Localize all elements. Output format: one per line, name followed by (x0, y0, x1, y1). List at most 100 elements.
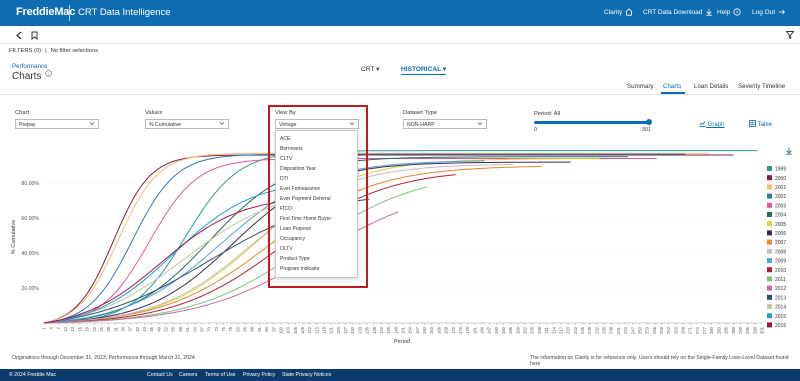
x-tick-label: 88 (250, 326, 255, 331)
view-by-option[interactable]: Borrowers (280, 146, 303, 152)
view-by-option[interactable]: Disposition Year (280, 166, 316, 172)
legend-label: 2004 (775, 213, 786, 219)
footer-link-terms[interactable]: Terms of Use (205, 372, 236, 378)
bookmark-icon[interactable] (31, 31, 38, 40)
values-select-label: Values (145, 110, 163, 116)
legend-swatch (767, 248, 772, 254)
x-tick-label: 214 (551, 326, 556, 334)
dataset-type-value: NON-HARP (407, 121, 435, 128)
tab-charts[interactable]: Charts (663, 83, 681, 90)
view-by-option[interactable]: Occupancy (280, 236, 305, 242)
x-tick-label: 82 (235, 326, 240, 331)
nav-log-out[interactable]: Log Out (752, 8, 786, 16)
x-axis-title: Period (394, 339, 410, 345)
footer-link-state-privacy[interactable]: State Privacy Notices (282, 372, 331, 378)
legend-swatch (767, 212, 772, 217)
filter-icon[interactable] (786, 31, 794, 39)
view-by-option[interactable]: DTI (280, 176, 288, 182)
x-tick-label: 178 (465, 326, 470, 334)
x-tick-label: 37 (128, 326, 133, 331)
legend-label: 2006 (775, 231, 786, 237)
legend-label: 2003 (775, 203, 786, 209)
historical-underline (401, 74, 446, 75)
series-line-2011 (43, 186, 428, 324)
graph-view-link[interactable]: Graph (699, 120, 724, 128)
view-by-option[interactable]: FICO (280, 206, 292, 212)
legend-label: 2014 (775, 305, 786, 311)
download-chart-icon[interactable] (785, 147, 793, 155)
chart-select[interactable]: Prepay (15, 119, 99, 129)
legend-label: 2008 (775, 249, 786, 255)
x-tick-label: 121 (329, 326, 334, 334)
page-footer: © 2024 Freddie Mac Contact Us Careers Te… (0, 369, 800, 381)
view-by-option[interactable]: Product Type (280, 256, 309, 262)
download-icon (706, 8, 713, 16)
legend-label: 1999 (775, 167, 786, 173)
svg-text:?: ? (736, 10, 739, 16)
x-tick-label: 187 (487, 326, 492, 334)
legend-label: 2005 (775, 222, 786, 228)
x-tick-label: 226 (580, 326, 585, 334)
table-icon (749, 120, 756, 127)
period-slider-handle[interactable] (646, 119, 652, 125)
legend-swatch (767, 267, 772, 273)
dataset-type-select[interactable]: NON-HARP (403, 119, 487, 129)
nav-help[interactable]: Help ? (717, 8, 741, 16)
tab-summary[interactable]: Summary (627, 83, 653, 90)
table-view-link[interactable]: Table (749, 120, 772, 128)
view-by-option[interactable]: First Time Home Buyer (280, 216, 331, 222)
crt-dropdown[interactable]: CRT ▾ (361, 65, 379, 73)
view-by-option[interactable]: Loan Purpose (280, 226, 311, 232)
info-icon[interactable]: i (45, 70, 52, 77)
legend-swatch (767, 166, 772, 171)
filters-count[interactable]: FILTERS (0) (9, 48, 41, 54)
x-tick-label: 124 (336, 326, 341, 334)
nav-logout-label: Log Out (752, 8, 776, 16)
x-tick-label: 274 (695, 326, 700, 334)
historical-dropdown[interactable]: HISTORICAL ▾ (401, 65, 446, 73)
x-tick-label: 100 (278, 326, 283, 334)
tab-loan-details[interactable]: Loan Details (694, 83, 728, 90)
x-tick-label: 208 (537, 326, 542, 334)
nav-crt-data-download[interactable]: CRT Data Download (643, 8, 713, 16)
nav-clarity[interactable]: Clarity (604, 8, 633, 16)
view-by-option[interactable]: Ever Payment Deferral (280, 196, 331, 202)
view-by-option[interactable]: Program Indicator (280, 266, 320, 272)
x-tick-label: 277 (702, 326, 707, 334)
caret-down-icon: ▾ (376, 66, 380, 73)
breadcrumb[interactable]: Performance (12, 63, 47, 70)
legend-swatch (767, 304, 772, 309)
x-tick-label: 106 (293, 326, 298, 334)
view-by-option[interactable]: CLTV (280, 156, 292, 162)
footer-link-privacy[interactable]: Privacy Policy (243, 372, 275, 378)
view-by-option[interactable]: ACE (280, 136, 290, 142)
x-tick-label: 64 (192, 326, 197, 331)
x-tick-label: 13 (70, 326, 75, 331)
x-tick-label: 34 (120, 326, 125, 331)
freddie-mac-logo[interactable]: FreddieMac (16, 6, 75, 18)
x-tick-label: 235 (602, 326, 607, 334)
values-select[interactable]: % Cumulative (145, 119, 229, 129)
view-by-option[interactable]: OLTV (280, 246, 293, 252)
home-icon (625, 8, 633, 16)
legend-label: 2000 (775, 176, 786, 182)
x-tick-label: 262 (666, 326, 671, 334)
x-tick-label: 1 (42, 326, 47, 329)
back-arrow-icon[interactable] (15, 31, 23, 40)
legend-swatch (767, 285, 772, 291)
x-tick-label: 139 (372, 326, 377, 334)
footer-link-contact[interactable]: Contact Us (147, 372, 173, 378)
copyright: © 2024 Freddie Mac (9, 372, 57, 378)
x-tick-label: 181 (472, 326, 477, 334)
tab-severity-timeline[interactable]: Severity Timeline (738, 83, 785, 90)
legend-swatch (767, 322, 772, 328)
footer-link-careers[interactable]: Careers (179, 372, 197, 378)
legend-swatch (767, 258, 772, 263)
period-slider-track[interactable] (534, 121, 650, 124)
x-tick-label: 193 (501, 326, 506, 334)
view-by-option[interactable]: Ever Forbearance (280, 186, 320, 192)
values-select-value: % Cumulative (149, 121, 182, 128)
x-tick-label: 217 (558, 326, 563, 334)
svg-text:i: i (48, 71, 50, 76)
logout-icon (778, 9, 786, 15)
